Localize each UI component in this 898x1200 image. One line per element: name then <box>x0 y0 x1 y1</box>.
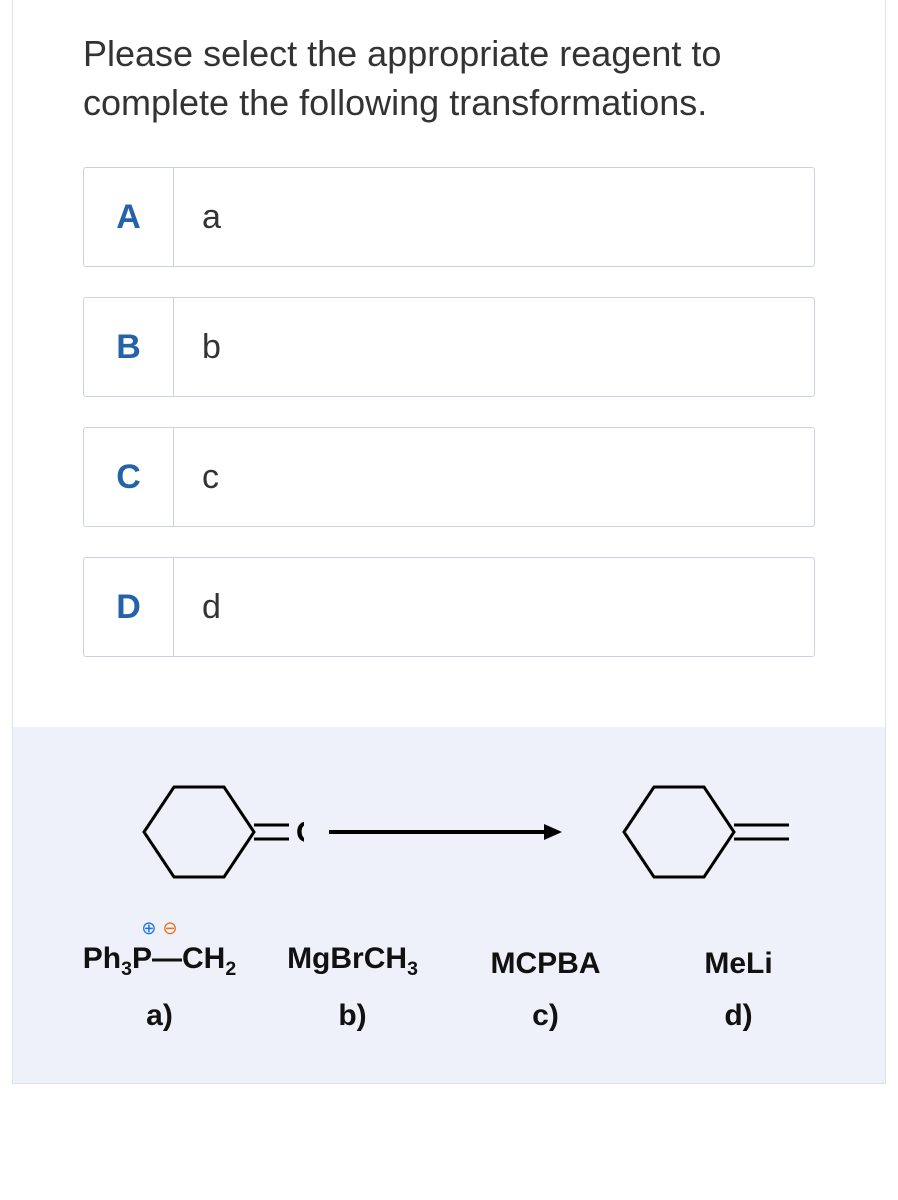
answer-letter: C <box>84 428 174 526</box>
answer-value: a <box>174 168 814 266</box>
answer-value: d <box>174 558 814 656</box>
reagent-row: ⊕ ⊖ Ph3P—CH2 MgBrCH3 MCPBA MeLi <box>63 942 835 981</box>
answer-row[interactable]: D d <box>83 557 815 657</box>
reaction-scheme: O <box>63 767 835 897</box>
reagent-formula: MeLi <box>704 947 772 980</box>
ylide-charges: ⊕ ⊖ <box>63 918 256 939</box>
reagent-formula: MCPBA <box>491 947 601 980</box>
product-structure-icon <box>584 767 794 897</box>
reaction-arrow-icon <box>324 817 564 847</box>
reagent-option: ⊕ ⊖ Ph3P—CH2 <box>63 942 256 981</box>
reagent-option: MeLi <box>642 947 835 981</box>
minus-charge-icon: ⊖ <box>163 918 178 939</box>
answer-list: A a B b C c D d <box>13 167 885 727</box>
answer-row[interactable]: B b <box>83 297 815 397</box>
reactant-structure-icon: O <box>104 767 304 897</box>
question-prompt: Please select the appropriate reagent to… <box>13 30 885 167</box>
reagent-label: c) <box>449 999 642 1033</box>
reagent-formula: MgBrCH3 <box>287 942 418 975</box>
oxygen-label: O <box>296 816 304 849</box>
answer-letter: A <box>84 168 174 266</box>
diagram-panel: O ⊕ ⊖ <box>13 727 885 1083</box>
reagent-option: MCPBA <box>449 947 642 981</box>
question-card: Please select the appropriate reagent to… <box>12 0 886 1084</box>
reagent-formula: Ph3P—CH2 <box>83 942 236 975</box>
plus-charge-icon: ⊕ <box>141 918 156 939</box>
answer-value: c <box>174 428 814 526</box>
reagent-label: a) <box>63 999 256 1033</box>
answer-row[interactable]: C c <box>83 427 815 527</box>
answer-letter: B <box>84 298 174 396</box>
reagent-label: d) <box>642 999 835 1033</box>
reagent-label-row: a) b) c) d) <box>63 999 835 1033</box>
reagent-option: MgBrCH3 <box>256 942 449 981</box>
answer-value: b <box>174 298 814 396</box>
reagent-label: b) <box>256 999 449 1033</box>
answer-letter: D <box>84 558 174 656</box>
answer-row[interactable]: A a <box>83 167 815 267</box>
